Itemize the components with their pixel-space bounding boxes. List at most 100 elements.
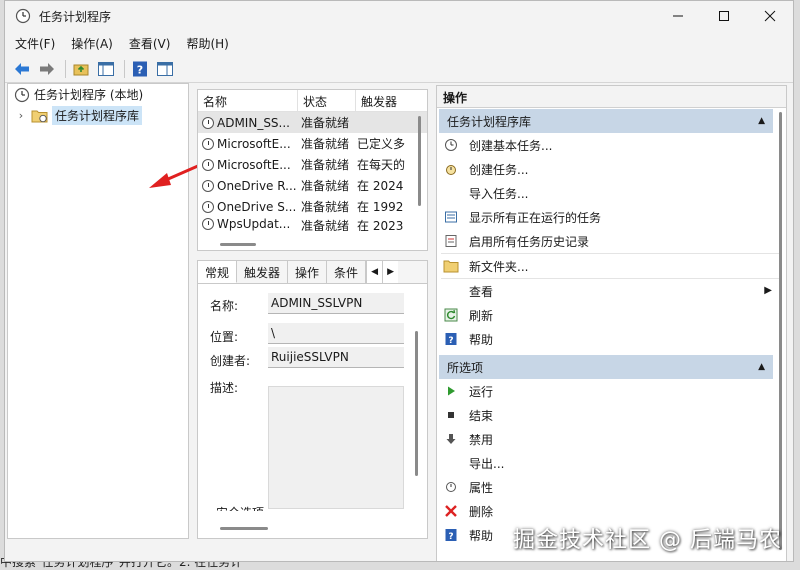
- task-clock-icon: [202, 158, 214, 171]
- show-hide-console-tree-button[interactable]: [95, 58, 117, 80]
- back-button[interactable]: [11, 58, 33, 80]
- horizontal-scrollbar[interactable]: [220, 243, 256, 246]
- action-help[interactable]: ? 帮助: [437, 327, 786, 351]
- section-label: 所选项: [447, 360, 484, 375]
- window-title: 任务计划程序: [39, 9, 112, 24]
- toolbar-separator: [65, 59, 66, 78]
- action-label: 帮助: [469, 528, 494, 543]
- action-end[interactable]: 结束: [437, 403, 786, 427]
- task-name: OneDrive R...: [217, 178, 297, 193]
- show-hide-action-pane-button[interactable]: [154, 58, 176, 80]
- location-field[interactable]: \: [268, 323, 404, 344]
- action-import-task[interactable]: 导入任务...: [437, 181, 786, 205]
- svg-text:?: ?: [448, 336, 453, 346]
- tab-scroll-right-icon[interactable]: ▶: [382, 261, 399, 283]
- task-scheduler-icon: [14, 87, 30, 102]
- chevron-right-icon[interactable]: ›: [14, 109, 28, 122]
- action-label: 结束: [469, 408, 494, 423]
- help-icon: ?: [443, 331, 459, 347]
- menu-action[interactable]: 操作(A): [71, 35, 113, 52]
- action-delete[interactable]: 删除: [437, 499, 786, 523]
- author-label: 创建者:: [210, 354, 251, 368]
- task-trigger: 在每天的: [357, 158, 406, 172]
- action-new-folder[interactable]: 新文件夹...: [437, 254, 786, 278]
- action-label: 刷新: [469, 308, 494, 323]
- action-label: 运行: [469, 384, 494, 399]
- table-row[interactable]: OneDrive S... 准备就绪 在 1992: [198, 196, 427, 217]
- history-icon: [443, 233, 459, 249]
- properties-icon: [443, 479, 459, 495]
- action-run[interactable]: 运行: [437, 379, 786, 403]
- column-trigger[interactable]: 触发器: [356, 90, 422, 111]
- help-button[interactable]: ?: [129, 58, 151, 80]
- task-clock-icon: [202, 137, 214, 150]
- table-row[interactable]: MicrosoftE... 准备就绪 已定义多: [198, 133, 427, 154]
- vertical-scrollbar[interactable]: [779, 112, 782, 550]
- actions-section-library[interactable]: 任务计划程序库 ▲: [439, 109, 773, 133]
- maximize-icon: [719, 11, 729, 21]
- tab-general[interactable]: 常规: [198, 261, 238, 283]
- table-row[interactable]: WpsUpdat... 准备就绪 在 2023: [198, 217, 427, 231]
- table-row[interactable]: OneDrive R... 准备就绪 在 2024: [198, 175, 427, 196]
- name-field[interactable]: ADMIN_SSLVPN: [268, 293, 404, 314]
- horizontal-scrollbar[interactable]: [220, 527, 268, 530]
- task-clock-icon: [202, 116, 214, 129]
- action-export[interactable]: 导出...: [437, 451, 786, 475]
- menu-bar: 文件(F) 操作(A) 查看(V) 帮助(H): [5, 31, 793, 55]
- actions-section-selected[interactable]: 所选项 ▲: [439, 355, 773, 379]
- task-clock-icon: [202, 200, 214, 213]
- action-show-running-tasks[interactable]: 显示所有正在运行的任务: [437, 205, 786, 229]
- tab-actions[interactable]: 操作: [288, 261, 328, 283]
- vertical-scrollbar[interactable]: [418, 116, 421, 206]
- forward-button[interactable]: [36, 58, 58, 80]
- refresh-icon: [443, 307, 459, 323]
- action-view[interactable]: 查看 ▶: [437, 279, 786, 303]
- task-list-header: 名称 状态 触发器: [198, 90, 427, 112]
- close-icon: [764, 10, 776, 22]
- running-tasks-icon: [443, 209, 459, 225]
- description-field[interactable]: [268, 386, 404, 509]
- tree-library-label: 任务计划程序库: [52, 106, 143, 125]
- action-enable-history[interactable]: 启用所有任务历史记录: [437, 229, 786, 253]
- actions-pane: 操作 任务计划程序库 ▲ 创建基本任务... 创建任务... 导入任务... 显…: [436, 85, 787, 561]
- tree-item-library[interactable]: › 任务计划程序库: [8, 105, 188, 126]
- task-name: OneDrive S...: [217, 199, 297, 214]
- menu-help[interactable]: 帮助(H): [186, 35, 228, 52]
- vertical-scrollbar[interactable]: [415, 331, 418, 476]
- forward-arrow-icon: [40, 62, 54, 75]
- action-label: 禁用: [469, 432, 494, 447]
- column-name[interactable]: 名称: [198, 90, 298, 111]
- column-status[interactable]: 状态: [298, 90, 356, 111]
- action-refresh[interactable]: 刷新: [437, 303, 786, 327]
- actions-title: 操作: [437, 86, 786, 108]
- action-create-basic-task[interactable]: 创建基本任务...: [437, 133, 786, 157]
- tab-conditions[interactable]: 条件: [327, 261, 367, 283]
- maximize-button[interactable]: [701, 1, 747, 31]
- author-field[interactable]: RuijieSSLVPN: [268, 347, 404, 368]
- tree-item-root[interactable]: 任务计划程序 (本地): [8, 84, 188, 105]
- minimize-button[interactable]: [655, 1, 701, 31]
- task-trigger: 已定义多: [357, 137, 406, 151]
- action-disable[interactable]: 禁用: [437, 427, 786, 451]
- collapse-up-icon[interactable]: ▲: [758, 116, 765, 126]
- action-label: 删除: [469, 504, 494, 519]
- task-clock-icon: [202, 218, 214, 230]
- collapse-up-icon[interactable]: ▲: [758, 362, 765, 372]
- action-properties[interactable]: 属性: [437, 475, 786, 499]
- up-folder-button[interactable]: [70, 58, 92, 80]
- watermark: 掘金技术社区 @ 后端马农: [513, 528, 782, 553]
- tab-scroll-left-icon[interactable]: ◀: [366, 261, 383, 283]
- action-label: 创建任务...: [469, 162, 529, 177]
- menu-file[interactable]: 文件(F): [15, 35, 55, 52]
- minimize-icon: [673, 15, 683, 17]
- close-button[interactable]: [747, 1, 793, 31]
- tab-triggers[interactable]: 触发器: [237, 261, 289, 283]
- menu-view[interactable]: 查看(V): [129, 35, 171, 52]
- table-row[interactable]: ADMIN_SS... 准备就绪: [198, 112, 427, 133]
- action-create-task[interactable]: 创建任务...: [437, 157, 786, 181]
- delete-icon: [443, 503, 459, 519]
- table-row[interactable]: MicrosoftE... 准备就绪 在每天的: [198, 154, 427, 175]
- help-icon: ?: [443, 527, 459, 543]
- title-bar[interactable]: 任务计划程序: [5, 1, 793, 31]
- action-pane-icon: [157, 61, 173, 76]
